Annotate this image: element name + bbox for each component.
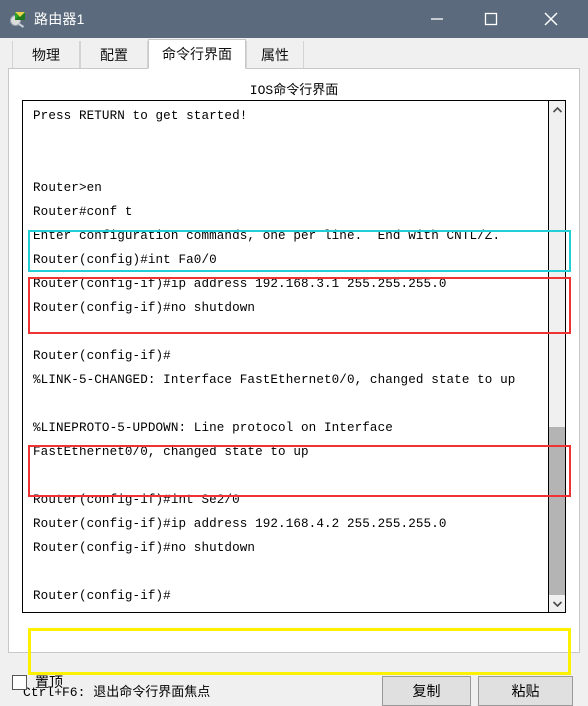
topmost-checkbox[interactable] bbox=[12, 674, 27, 690]
window-title-bar[interactable]: 路由器1 bbox=[0, 0, 588, 38]
panel-title: IOS命令行界面 bbox=[249, 83, 339, 98]
topmost-label: 置顶 bbox=[35, 674, 63, 690]
terminal-output-area[interactable]: Press RETURN to get started! Router>en R… bbox=[22, 100, 566, 613]
cli-panel: IOS命令行界面 Press RETURN to get started! Ro… bbox=[8, 68, 580, 706]
terminal-text: Press RETURN to get started! Router>en R… bbox=[33, 108, 516, 603]
tab-bar: 物理 配置 命令行界面 属性 bbox=[0, 38, 588, 69]
close-icon[interactable] bbox=[528, 0, 574, 38]
tab-attributes[interactable]: 属性 bbox=[246, 41, 304, 68]
chevron-up-icon[interactable] bbox=[549, 101, 565, 118]
router-magnifier-icon bbox=[9, 10, 27, 28]
bottom-bar: 置顶 bbox=[0, 662, 588, 702]
maximize-icon[interactable] bbox=[468, 0, 514, 38]
tab-physical[interactable]: 物理 bbox=[12, 41, 80, 68]
tab-cli[interactable]: 命令行界面 bbox=[148, 39, 246, 69]
terminal-scrollbar[interactable] bbox=[548, 101, 565, 612]
window-title: 路由器1 bbox=[34, 11, 85, 27]
minimize-icon[interactable] bbox=[414, 0, 460, 38]
scrollbar-thumb[interactable] bbox=[549, 427, 565, 595]
tab-config[interactable]: 配置 bbox=[80, 41, 148, 68]
chevron-down-icon[interactable] bbox=[549, 595, 565, 612]
